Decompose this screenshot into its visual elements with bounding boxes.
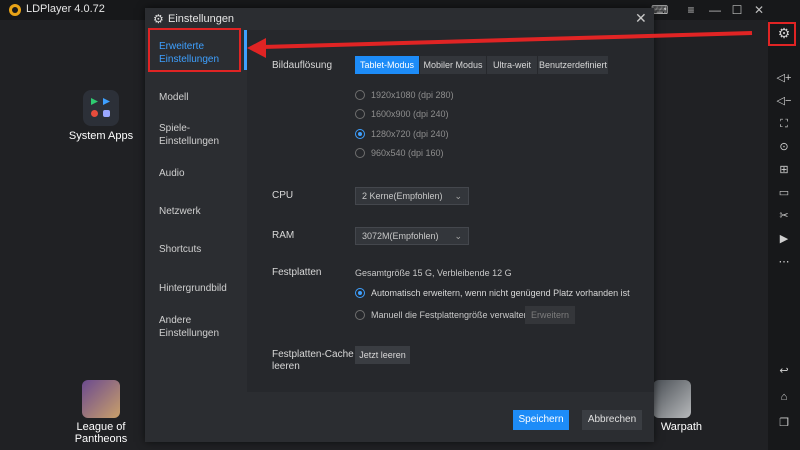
app-title: LDPlayer 4.0.72 <box>26 3 105 15</box>
warpath-icon <box>653 380 691 418</box>
chevron-down-icon: ⌄ <box>454 191 462 201</box>
tab-ultra-weit[interactable]: Ultra-weit <box>487 56 537 74</box>
system-apps-shortcut[interactable]: System Apps <box>66 90 136 142</box>
disk-label: Festplatten <box>272 267 322 278</box>
radio-button[interactable] <box>355 148 365 158</box>
video-icon[interactable]: ▶ <box>776 232 792 246</box>
cpu-select[interactable]: 2 Kerne(Empfohlen) ⌄ <box>355 187 469 205</box>
more-icon[interactable]: ⋯ <box>776 255 792 269</box>
disk-summary: Gesamtgröße 15 G, Verbleibende 12 G <box>355 268 512 278</box>
maximize-icon[interactable]: ☐ <box>729 2 745 18</box>
cache-label: Festplatten-Cache leeren <box>272 349 354 372</box>
league-of-pantheons-label: League of Pantheons <box>74 421 128 445</box>
ram-label: RAM <box>272 230 295 241</box>
cpu-label: CPU <box>272 190 294 201</box>
radio-button-selected[interactable] <box>355 288 365 298</box>
volume-down-icon[interactable]: ◁− <box>776 94 792 108</box>
back-icon[interactable]: ↩ <box>776 364 792 378</box>
sidebar-item-spiele-einstellungen[interactable]: Spiele-Einstellungen <box>145 122 225 148</box>
volume-up-icon[interactable]: ◁+ <box>776 71 792 85</box>
radio-button[interactable] <box>355 310 365 320</box>
home-icon[interactable]: ⌂ <box>776 390 792 404</box>
close-icon[interactable]: ✕ <box>635 10 647 27</box>
gear-icon: ⚙ <box>153 12 164 26</box>
expand-disk-button[interactable]: Erweitern <box>525 306 575 324</box>
sidebar-item-netzwerk[interactable]: Netzwerk <box>145 205 245 218</box>
minimize-icon[interactable]: — <box>707 2 723 18</box>
settings-highlight-box <box>768 22 796 46</box>
settings-content: Bildauflösung Tablet-Modus Mobiler Modus… <box>247 30 654 392</box>
radio-button[interactable] <box>355 90 365 100</box>
fullscreen-icon[interactable]: ⛶ <box>776 117 792 131</box>
ram-select-value: 3072M(Empfohlen) <box>362 231 439 241</box>
sidebar-item-shortcuts[interactable]: Shortcuts <box>145 243 245 256</box>
cancel-button[interactable]: Abbrechen <box>582 410 642 430</box>
record-icon[interactable]: ⊙ <box>776 140 792 154</box>
radio-button[interactable] <box>355 109 365 119</box>
cpu-select-value: 2 Kerne(Empfohlen) <box>362 191 443 201</box>
scissors-icon[interactable]: ✂ <box>776 209 792 223</box>
ram-select[interactable]: 3072M(Empfohlen) ⌄ <box>355 227 469 245</box>
tab-tablet-modus[interactable]: Tablet-Modus <box>355 56 419 74</box>
sidebar-item-hintergrundbild[interactable]: Hintergrundbild <box>145 282 245 295</box>
sidebar-item-andere-einstellungen[interactable]: Andere Einstellungen <box>145 314 225 340</box>
dialog-header: ⚙ Einstellungen ✕ <box>145 8 654 30</box>
league-of-pantheons-shortcut[interactable]: League of Pantheons <box>66 380 136 445</box>
tab-benutzerdefiniert[interactable]: Benutzerdefiniert <box>538 56 608 74</box>
tab-mobiler-modus[interactable]: Mobiler Modus <box>420 56 486 74</box>
sidebar-item-audio[interactable]: Audio <box>145 167 245 180</box>
sidebar-item-modell[interactable]: Modell <box>145 91 245 104</box>
save-button[interactable]: Speichern <box>513 410 569 430</box>
system-apps-label: System Apps <box>68 130 134 142</box>
clear-cache-button[interactable]: Jetzt leeren <box>355 346 410 364</box>
radio-button-selected[interactable] <box>355 129 365 139</box>
recent-apps-icon[interactable]: ❐ <box>776 416 792 430</box>
dialog-title: Einstellungen <box>168 13 235 25</box>
settings-sidebar: Erweiterte Einstellungen Modell Spiele-E… <box>145 30 245 442</box>
league-of-pantheons-icon <box>82 380 120 418</box>
close-window-icon[interactable]: ✕ <box>751 2 767 18</box>
install-apk-icon[interactable]: ⊞ <box>776 163 792 177</box>
settings-dialog: ⚙ Einstellungen ✕ Erweiterte Einstellung… <box>145 8 654 442</box>
resolution-label: Bildauflösung <box>272 60 333 71</box>
nav-highlight-box <box>148 28 241 72</box>
dialog-footer: Speichern Abbrechen <box>245 392 654 442</box>
chevron-down-icon: ⌄ <box>454 231 462 241</box>
right-toolbar: ⚙ ◁+ ◁− ⛶ ⊙ ⊞ ▭ ✂ ▶ ⋯ ↩ ⌂ ❐ <box>768 20 800 450</box>
system-apps-icon <box>83 90 119 126</box>
shared-folder-icon[interactable]: ▭ <box>776 186 792 200</box>
ldplayer-logo-icon <box>9 4 21 16</box>
menu-icon[interactable]: ≡ <box>683 2 699 18</box>
